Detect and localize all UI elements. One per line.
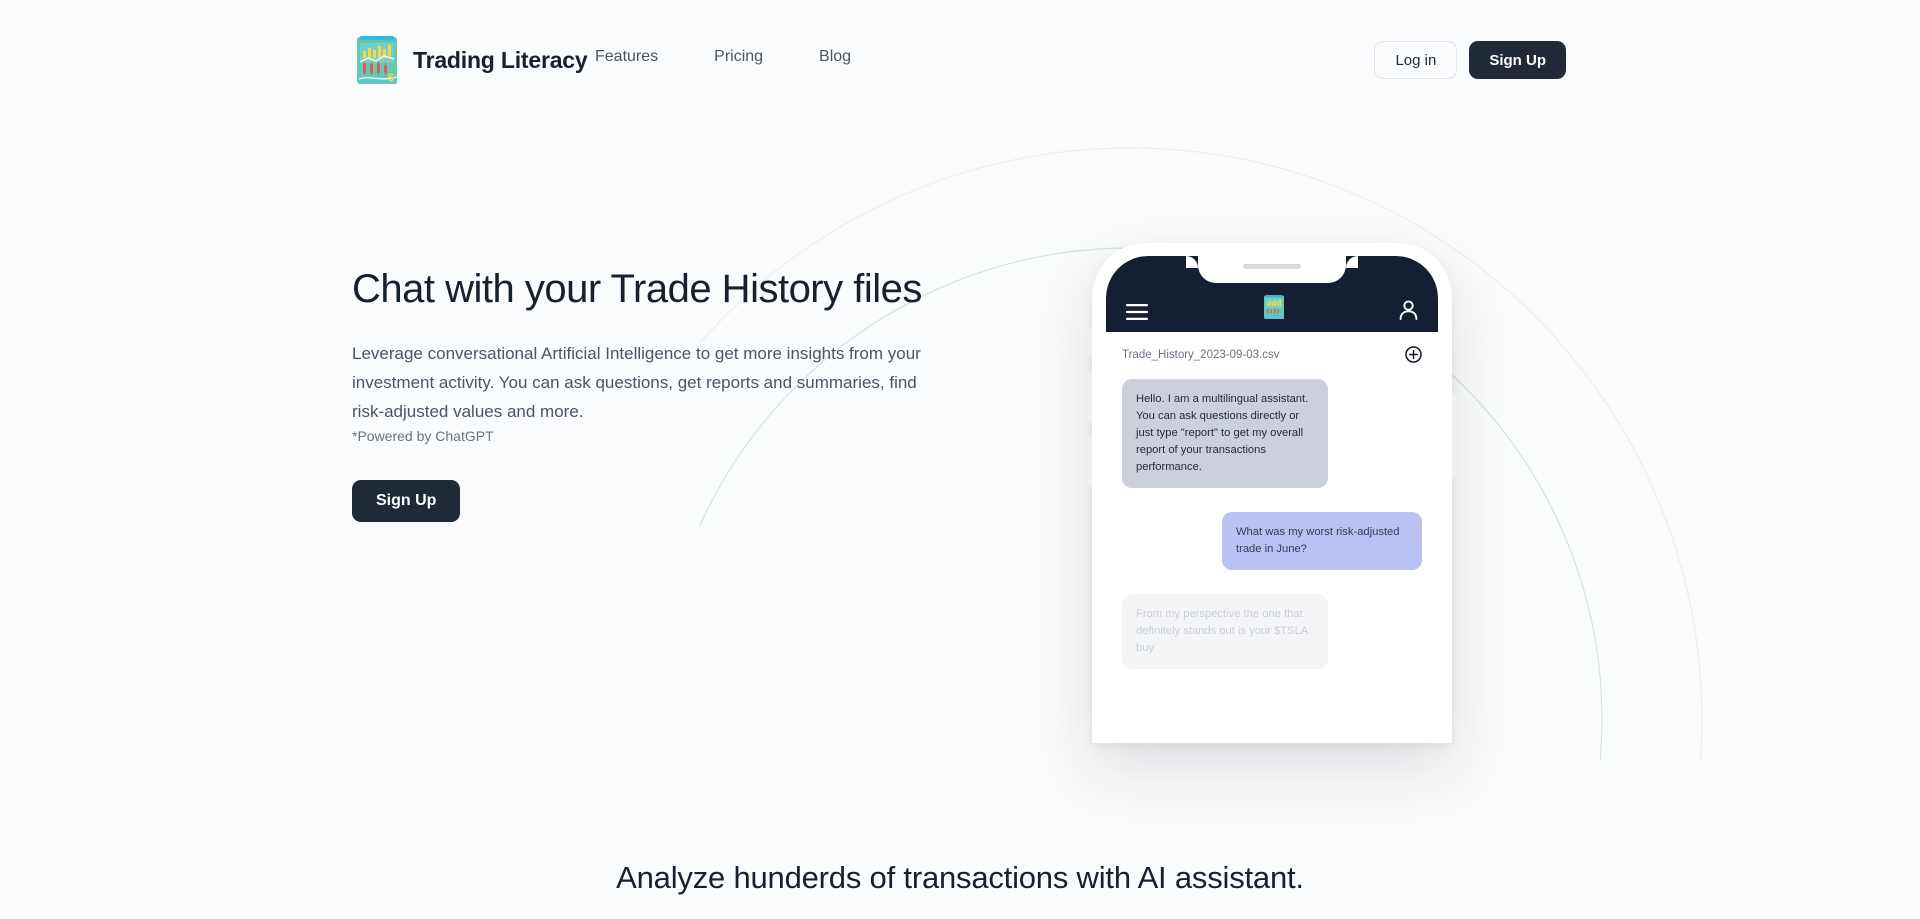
brand-logo-link[interactable]: $ Trading Literacy — [355, 34, 588, 86]
phone-power-button[interactable] — [1452, 393, 1456, 477]
hero-title: Chat with your Trade History files — [352, 267, 922, 311]
phone-earpiece-speaker — [1243, 264, 1301, 269]
hamburger-menu-icon[interactable] — [1126, 304, 1148, 320]
analyze-section: Analyze hunderds of transactions with AI… — [0, 860, 1920, 918]
chat-message-assistant: Hello. I am a multilingual assistant. Yo… — [1122, 379, 1328, 489]
main-nav: Features Pricing Blog — [595, 48, 851, 66]
header-actions: Log in Sign Up — [1374, 41, 1566, 79]
attached-file-name: Trade_History_2023-09-03.csv — [1122, 348, 1280, 361]
phone-notch — [1186, 256, 1358, 283]
chat-message-assistant-pending: From my perspective the one that definit… — [1122, 594, 1328, 670]
phone-silent-switch[interactable] — [1088, 327, 1092, 355]
book-chart-logo-icon: $ — [357, 36, 398, 84]
hero-description: Leverage conversational Artificial Intel… — [352, 343, 921, 422]
book-chart-logo-icon — [1263, 295, 1284, 319]
phone-volume-down-button[interactable] — [1088, 437, 1092, 487]
signup-button[interactable]: Sign Up — [1469, 41, 1566, 79]
plus-circle-icon[interactable] — [1405, 346, 1422, 363]
hero-signup-button[interactable]: Sign Up — [352, 480, 461, 523]
nav-link-features[interactable]: Features — [595, 48, 658, 66]
person-account-icon[interactable] — [1399, 300, 1418, 320]
hero-note: *Powered by ChatGPT — [352, 428, 494, 445]
site-header: $ Trading Literacy Features Pricing Blog… — [0, 0, 1920, 120]
phone-volume-up-button[interactable] — [1088, 373, 1092, 423]
chat-body: Trade_History_2023-09-03.csv Hello. I am… — [1106, 332, 1438, 743]
brand-name: Trading Literacy — [413, 46, 588, 73]
phone-shell: Trade_History_2023-09-03.csv Hello. I am… — [1088, 243, 1456, 743]
hero-copy: Chat with your Trade History files Lever… — [352, 265, 952, 523]
analyze-section-title: Analyze hunderds of transactions with AI… — [616, 860, 1304, 895]
login-button[interactable]: Log in — [1374, 41, 1458, 79]
chat-message-user: What was my worst risk-adjusted trade in… — [1222, 512, 1422, 571]
attached-file-row: Trade_History_2023-09-03.csv — [1122, 346, 1422, 363]
nav-link-blog[interactable]: Blog — [819, 48, 851, 66]
nav-link-pricing[interactable]: Pricing — [714, 48, 763, 66]
phone-screen: Trade_History_2023-09-03.csv Hello. I am… — [1106, 256, 1438, 743]
phone-mockup: Trade_History_2023-09-03.csv Hello. I am… — [1088, 243, 1456, 743]
svg-text:$: $ — [388, 72, 394, 84]
